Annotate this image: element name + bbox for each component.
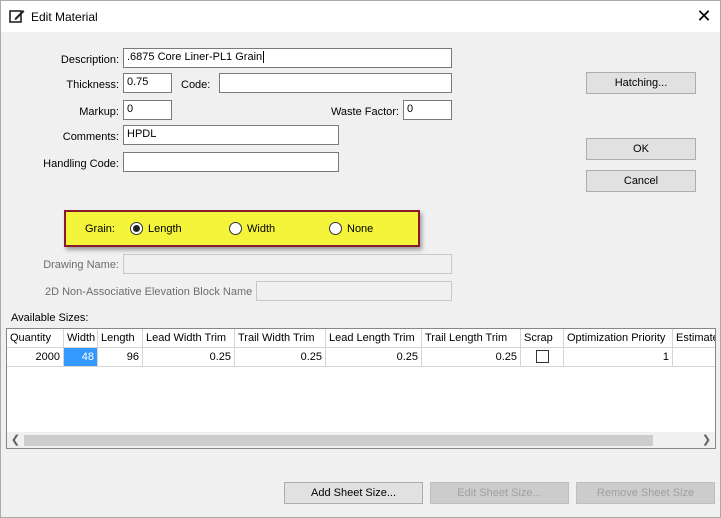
cell-estimated[interactable] [673, 348, 715, 366]
thickness-field[interactable]: 0.75 [123, 73, 172, 93]
col-estimated[interactable]: Estimated [673, 329, 715, 348]
block-name-label: 2D Non-Associative Elevation Block Name [45, 286, 253, 298]
radio-none[interactable] [329, 222, 342, 235]
chevron-right-icon[interactable]: ❯ [698, 432, 715, 448]
markup-label: Markup: [79, 106, 119, 118]
radio-length[interactable] [130, 222, 143, 235]
markup-field[interactable]: 0 [123, 100, 172, 120]
col-quantity[interactable]: Quantity [7, 329, 64, 348]
block-name-field [256, 281, 452, 301]
radio-width[interactable] [229, 222, 242, 235]
grid-header: Quantity Width Length Lead Width Trim Tr… [7, 329, 715, 348]
edit-material-icon [9, 10, 25, 23]
description-field[interactable]: .6875 Core Liner-PL1 Grain [123, 48, 452, 68]
cell-lead-length-trim[interactable]: 0.25 [326, 348, 422, 366]
code-field[interactable] [219, 73, 452, 93]
close-button[interactable]: ✕ [691, 5, 717, 29]
window-title: Edit Material [31, 10, 98, 24]
drawing-name-field [123, 254, 452, 274]
handling-code-label: Handling Code: [43, 158, 119, 170]
col-lead-width-trim[interactable]: Lead Width Trim [143, 329, 235, 348]
col-scrap[interactable]: Scrap [521, 329, 564, 348]
grain-option-length-label[interactable]: Length [148, 223, 182, 235]
table-row[interactable]: 2000 48 96 0.25 0.25 0.25 0.25 1 [7, 348, 715, 367]
remove-sheet-size-button[interactable]: Remove Sheet Size [576, 482, 715, 504]
available-sizes-grid[interactable]: Quantity Width Length Lead Width Trim Tr… [6, 328, 716, 449]
scrap-checkbox[interactable] [536, 350, 549, 363]
cell-quantity[interactable]: 2000 [7, 348, 64, 366]
cell-width[interactable]: 48 [64, 348, 98, 366]
cell-trail-length-trim[interactable]: 0.25 [422, 348, 521, 366]
description-label: Description: [60, 54, 119, 66]
col-trail-width-trim[interactable]: Trail Width Trim [235, 329, 326, 348]
cancel-button[interactable]: Cancel [586, 170, 696, 192]
waste-factor-field[interactable]: 0 [403, 100, 452, 120]
comments-label: Comments: [62, 131, 119, 143]
edit-sheet-size-button[interactable]: Edit Sheet Size... [430, 482, 569, 504]
close-icon: ✕ [696, 6, 712, 26]
radio-selected-dot [133, 225, 140, 232]
grain-option-width-label[interactable]: Width [247, 223, 275, 235]
col-optimization-priority[interactable]: Optimization Priority [564, 329, 673, 348]
scrollbar-thumb[interactable] [24, 435, 653, 446]
title-bar: Edit Material ✕ [1, 1, 720, 32]
thickness-label: Thickness: [66, 79, 119, 91]
grain-group: Grain: Length Width None [64, 210, 420, 247]
ok-button[interactable]: OK [586, 138, 696, 160]
handling-code-field[interactable] [123, 152, 339, 172]
available-sizes-label: Available Sizes: [11, 312, 89, 324]
cell-trail-width-trim[interactable]: 0.25 [235, 348, 326, 366]
add-sheet-size-button[interactable]: Add Sheet Size... [284, 482, 423, 504]
col-width[interactable]: Width [64, 329, 98, 348]
cell-lead-width-trim[interactable]: 0.25 [143, 348, 235, 366]
edit-material-dialog: Edit Material ✕ Description: .6875 Core … [0, 0, 721, 518]
col-trail-length-trim[interactable]: Trail Length Trim [422, 329, 521, 348]
comments-field[interactable]: HPDL [123, 125, 339, 145]
waste-factor-label: Waste Factor: [330, 106, 399, 118]
col-length[interactable]: Length [98, 329, 143, 348]
code-label: Code: [181, 79, 211, 91]
chevron-left-icon[interactable]: ❮ [7, 432, 24, 448]
grain-label: Grain: [85, 223, 115, 235]
col-lead-length-trim[interactable]: Lead Length Trim [326, 329, 422, 348]
horizontal-scrollbar[interactable]: ❮ ❯ [7, 432, 715, 448]
cell-scrap[interactable] [521, 348, 564, 366]
hatching-button[interactable]: Hatching... [586, 72, 696, 94]
cell-optimization-priority[interactable]: 1 [564, 348, 673, 366]
cell-length[interactable]: 96 [98, 348, 143, 366]
drawing-name-label: Drawing Name: [43, 259, 119, 271]
grain-option-none-label[interactable]: None [347, 223, 373, 235]
